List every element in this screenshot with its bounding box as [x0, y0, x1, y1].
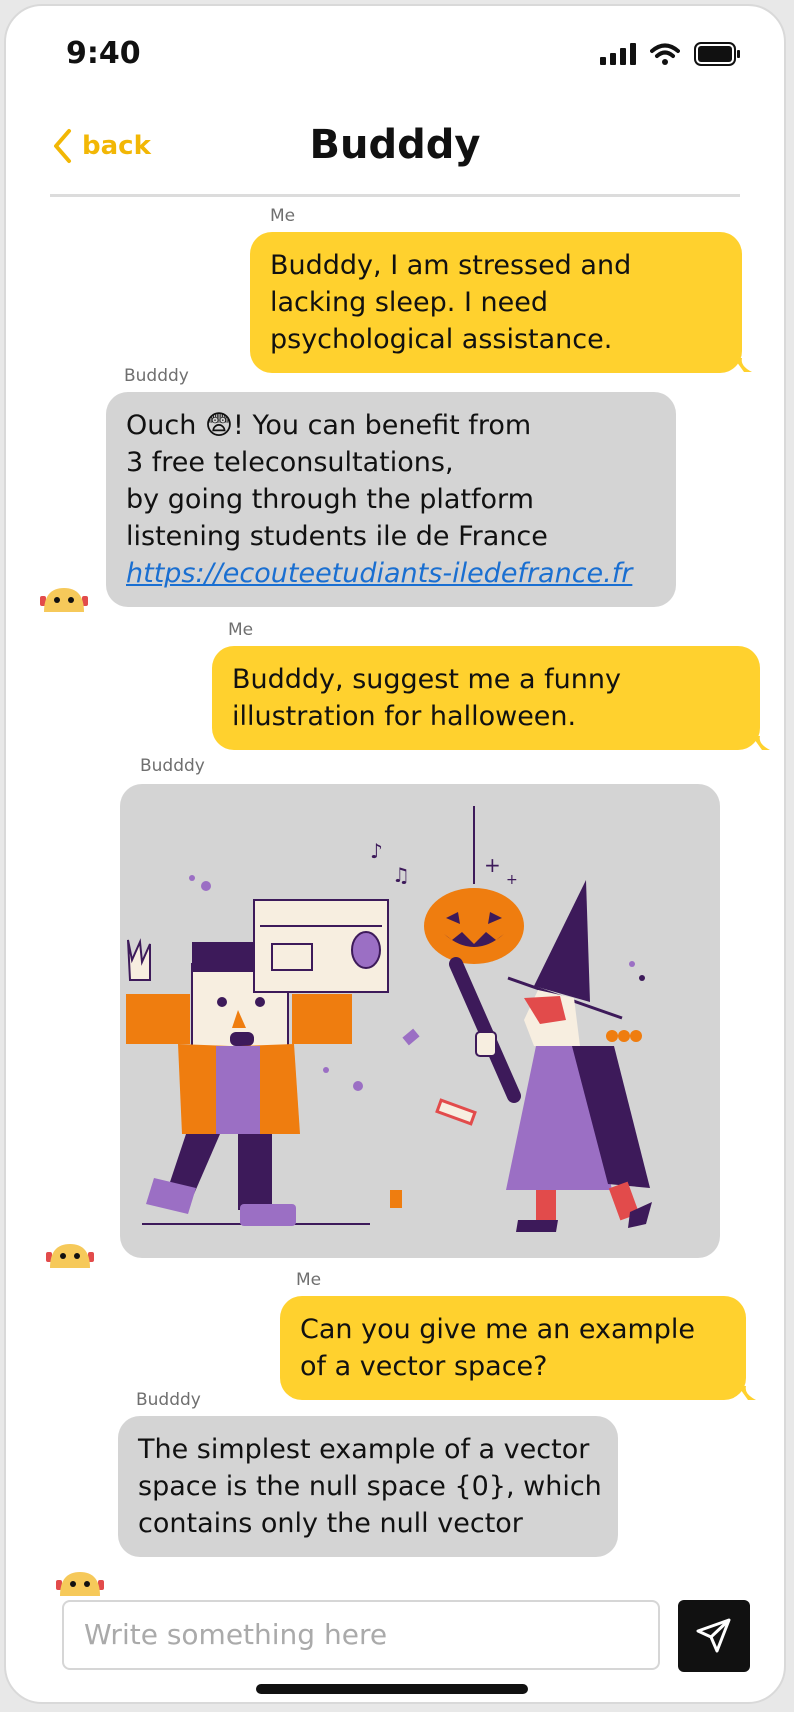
my-message-bubble: Can you give me an example of a vector s…	[280, 1296, 746, 1400]
sender-label: Me	[228, 620, 254, 640]
phone-screen: 9:40 back Budddy Me Budddy, I am stresse…	[4, 4, 786, 1704]
robot-avatar-icon	[40, 588, 88, 612]
svg-text:+: +	[506, 872, 518, 888]
status-icons	[600, 42, 740, 66]
robot-avatar-icon	[46, 1244, 94, 1268]
my-message-bubble: Budddy, I am stressed and lacking sleep.…	[250, 232, 742, 373]
bubble-tail	[738, 1386, 756, 1400]
bot-image-bubble: ♪ ♫ + +	[120, 784, 720, 1258]
message-line: contains only the null vector	[138, 1508, 523, 1539]
svg-text:+: +	[484, 853, 501, 877]
sender-label: Budddy	[136, 1390, 201, 1410]
message-line: lacking sleep. I need	[270, 287, 548, 318]
message-line: listening students ile de France	[126, 521, 548, 552]
page-title: Budddy	[309, 122, 481, 168]
message-line: illustration for halloween.	[232, 701, 577, 732]
message-line: space is the null space {0}, which	[138, 1471, 602, 1502]
halloween-illustration[interactable]: ♪ ♫ + +	[120, 784, 720, 1258]
robot-avatar-icon	[56, 1572, 104, 1596]
bubble-tail	[734, 358, 752, 372]
message-line: of a vector space?	[300, 1351, 548, 1382]
bot-message-bubble: The simplest example of a vector space i…	[118, 1416, 618, 1557]
send-button[interactable]	[678, 1600, 750, 1672]
message-line: psychological assistance.	[270, 324, 613, 355]
svg-text:♫: ♫	[392, 863, 410, 887]
my-message-bubble: Budddy, suggest me a funny illustration …	[212, 646, 760, 750]
svg-text:♪: ♪	[370, 839, 383, 863]
home-indicator[interactable]	[256, 1684, 528, 1694]
message-line: by going through the platform	[126, 484, 534, 515]
sender-label: Budddy	[140, 756, 205, 776]
platform-link[interactable]: https://ecouteetudiants-iledefrance.fr	[126, 555, 656, 592]
sender-label: Budddy	[124, 366, 189, 386]
message-line: The simplest example of a vector	[138, 1434, 590, 1465]
header-divider	[50, 194, 740, 197]
sender-label: Me	[296, 1270, 322, 1290]
message-input[interactable]: Write something here	[62, 1600, 660, 1670]
signal-icon	[600, 43, 636, 65]
wifi-icon	[650, 43, 680, 65]
status-time: 9:40	[66, 36, 141, 71]
bubble-tail	[752, 736, 770, 750]
sender-label: Me	[270, 206, 296, 226]
message-line: Can you give me an example	[300, 1314, 696, 1345]
bot-message-bubble: Ouch 😨! You can benefit from 3 free tele…	[106, 392, 676, 607]
paper-plane-icon	[696, 1618, 731, 1653]
message-line: Budddy, suggest me a funny	[232, 664, 621, 695]
message-line: 3 free teleconsultations,	[126, 447, 454, 478]
message-line: Budddy, I am stressed and	[270, 250, 632, 281]
battery-icon	[694, 42, 740, 66]
message-line: Ouch 😨! You can benefit from	[126, 410, 532, 441]
